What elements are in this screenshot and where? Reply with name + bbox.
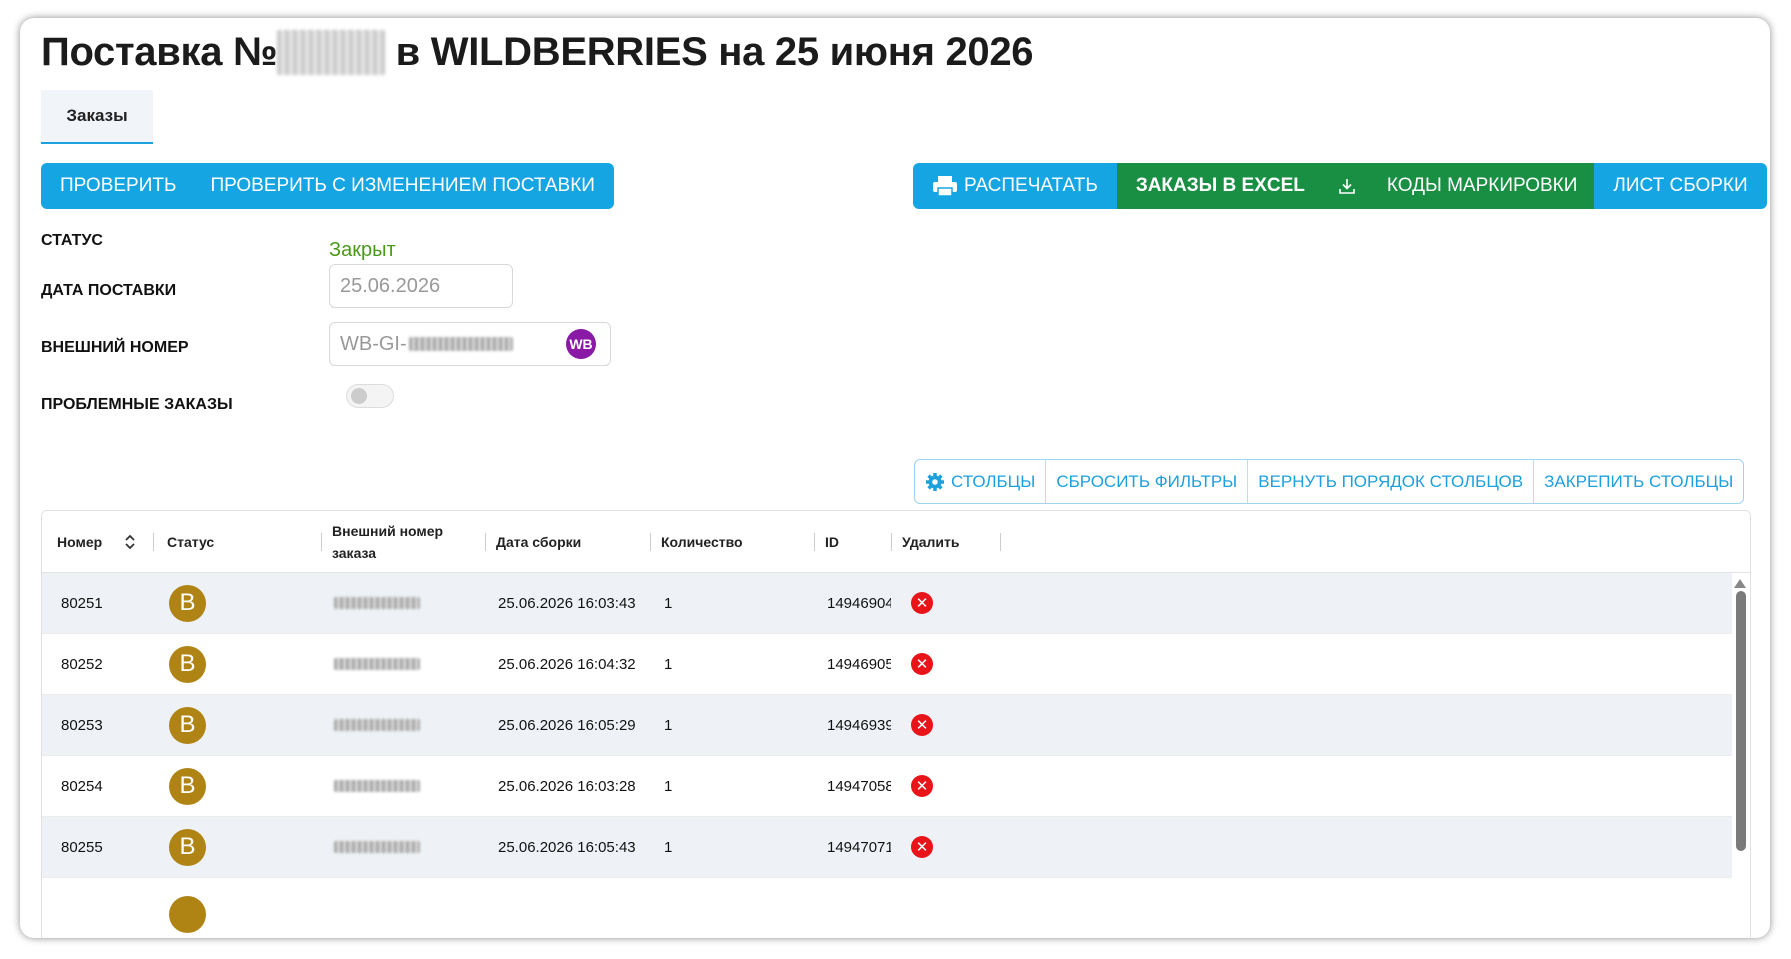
delete-icon[interactable]: ✕ xyxy=(911,653,933,675)
delivery-date-label: ДАТА ПОСТАВКИ xyxy=(41,282,177,299)
external-order-masked xyxy=(334,780,420,792)
sort-chevrons-icon xyxy=(125,534,135,549)
delete-icon[interactable]: ✕ xyxy=(911,775,933,797)
toggle-knob xyxy=(351,388,367,404)
problem-orders-toggle[interactable] xyxy=(346,384,394,408)
restore-column-order-button[interactable]: ВЕРНУТЬ ПОРЯДОК СТОЛБЦОВ xyxy=(1248,460,1535,503)
table-row[interactable]: 80252 B 25.06.2026 16:04:32 1 14946905 ✕ xyxy=(42,634,1732,695)
title-suffix: в WILDBERRIES на 25 июня 2026 xyxy=(384,30,1034,74)
title-masked-number: 51155 xyxy=(277,30,385,75)
cell-assembly-date: 25.06.2026 16:03:43 xyxy=(498,594,636,612)
printer-icon xyxy=(933,176,957,197)
table-row[interactable]: 80251 B 25.06.2026 16:03:43 1 14946904 ✕ xyxy=(42,573,1732,634)
scrollbar-thumb[interactable] xyxy=(1736,591,1746,851)
delete-icon[interactable]: ✕ xyxy=(911,592,933,614)
header-quantity[interactable]: Количество xyxy=(661,511,743,572)
print-label: РАСПЕЧАТАТЬ xyxy=(964,175,1098,196)
external-number-label: ВНЕШНИЙ НОМЕР xyxy=(41,339,189,356)
page-title: Поставка №51155 в WILDBERRIES на 25 июня… xyxy=(41,30,1034,75)
gear-icon xyxy=(926,472,944,491)
table-header: Номер Статус Внешний номер заказа Дата с… xyxy=(42,511,1750,573)
supply-card: Поставка №51155 в WILDBERRIES на 25 июня… xyxy=(20,18,1770,938)
orders-table: Номер Статус Внешний номер заказа Дата с… xyxy=(41,510,1751,938)
table-row[interactable]: 80253 B 25.06.2026 16:05:29 1 14946939 ✕ xyxy=(42,695,1732,756)
external-number-masked xyxy=(408,337,513,351)
check-button-group: ПРОВЕРИТЬ ПРОВЕРИТЬ С ИЗМЕНЕНИЕМ ПОСТАВК… xyxy=(41,163,614,209)
cell-id: 14946905 xyxy=(827,655,891,673)
scroll-up-arrow-icon[interactable] xyxy=(1734,579,1746,588)
assembly-sheet-button[interactable]: ЛИСТ СБОРКИ xyxy=(1594,163,1767,209)
cell-quantity: 1 xyxy=(664,594,673,612)
status-avatar: B xyxy=(169,706,206,744)
header-number[interactable]: Номер xyxy=(57,511,102,572)
external-order-masked xyxy=(334,597,420,609)
wb-logo-icon: WB xyxy=(566,329,596,359)
header-external-number[interactable]: Внешний номер заказа xyxy=(332,511,443,572)
cell-assembly-date: 25.06.2026 16:04:32 xyxy=(498,655,636,673)
download-arrow-icon xyxy=(1339,179,1355,194)
external-number-value: WB-GI- xyxy=(340,332,407,355)
cell-assembly-date: 25.06.2026 16:05:43 xyxy=(498,838,636,856)
delete-icon[interactable]: ✕ xyxy=(911,714,933,736)
status-avatar: B xyxy=(169,767,206,805)
delivery-date-field[interactable]: 25.06.2026 xyxy=(329,264,513,308)
header-external-line2: заказа xyxy=(332,544,377,561)
check-with-change-button[interactable]: ПРОВЕРИТЬ С ИЗМЕНЕНИЕМ ПОСТАВКИ xyxy=(190,163,614,209)
header-delete[interactable]: Удалить xyxy=(902,511,959,572)
print-button[interactable]: РАСПЕЧАТАТЬ xyxy=(913,163,1117,209)
tab-orders[interactable]: Заказы xyxy=(41,90,153,144)
cell-number: 80251 xyxy=(61,594,103,612)
orders-excel-button[interactable]: ЗАКАЗЫ В EXCEL xyxy=(1116,163,1324,209)
cell-number: 80252 xyxy=(61,655,103,673)
table-row[interactable]: 80255 B 25.06.2026 16:05:43 1 14947071 ✕ xyxy=(42,817,1732,878)
cell-number: 80254 xyxy=(61,777,103,795)
table-toolbar: СТОЛБЦЫ СБРОСИТЬ ФИЛЬТРЫ ВЕРНУТЬ ПОРЯДОК… xyxy=(914,459,1745,504)
pin-columns-button[interactable]: ЗАКРЕПИТЬ СТОЛБЦЫ xyxy=(1534,460,1743,503)
delete-icon[interactable]: ✕ xyxy=(911,836,933,858)
status-label: СТАТУС xyxy=(41,232,103,249)
cell-quantity: 1 xyxy=(664,838,673,856)
cell-quantity: 1 xyxy=(664,777,673,795)
cell-assembly-date: 25.06.2026 16:05:29 xyxy=(498,716,636,734)
external-order-masked xyxy=(334,719,420,731)
header-status[interactable]: Статус xyxy=(167,511,214,572)
sort-icon[interactable] xyxy=(124,511,136,572)
status-value: Закрыт xyxy=(329,239,396,261)
table-row[interactable] xyxy=(42,878,1732,938)
cell-id: 14946939 xyxy=(827,716,891,734)
cell-id: 14947058 xyxy=(827,777,891,795)
export-button-group: РАСПЕЧАТАТЬ ЗАКАЗЫ В EXCEL КОДЫ МАРКИРОВ… xyxy=(913,163,1767,209)
problem-orders-label: ПРОБЛЕМНЫЕ ЗАКАЗЫ xyxy=(41,396,233,413)
cell-number: 80253 xyxy=(61,716,103,734)
external-order-masked xyxy=(334,841,420,853)
status-avatar: B xyxy=(169,828,206,866)
external-order-masked xyxy=(334,658,420,670)
header-id[interactable]: ID xyxy=(825,511,839,572)
columns-label: СТОЛБЦЫ xyxy=(951,471,1036,491)
status-avatar xyxy=(169,895,206,933)
cell-id: 14946904 xyxy=(827,594,891,612)
cell-id: 14947071 xyxy=(827,838,891,856)
cell-assembly-date: 25.06.2026 16:03:28 xyxy=(498,777,636,795)
columns-button[interactable]: СТОЛБЦЫ xyxy=(915,460,1047,503)
cell-quantity: 1 xyxy=(664,716,673,734)
title-prefix: Поставка № xyxy=(41,30,278,74)
status-avatar: B xyxy=(169,584,206,622)
cell-quantity: 1 xyxy=(664,655,673,673)
header-external-line1: Внешний номер xyxy=(332,522,444,539)
status-avatar: B xyxy=(169,645,206,683)
check-button[interactable]: ПРОВЕРИТЬ xyxy=(41,163,191,209)
header-assembly-date[interactable]: Дата сборки xyxy=(496,511,581,572)
table-row[interactable]: 80254 B 25.06.2026 16:03:28 1 14947058 ✕ xyxy=(42,756,1732,817)
reset-filters-button[interactable]: СБРОСИТЬ ФИЛЬТРЫ xyxy=(1046,460,1249,503)
cell-number: 80255 xyxy=(61,838,103,856)
marking-codes-button[interactable]: КОДЫ МАРКИРОВКИ xyxy=(1369,163,1595,209)
download-icon[interactable] xyxy=(1323,163,1370,209)
external-number-field[interactable]: WB-GI- WB xyxy=(329,322,611,366)
